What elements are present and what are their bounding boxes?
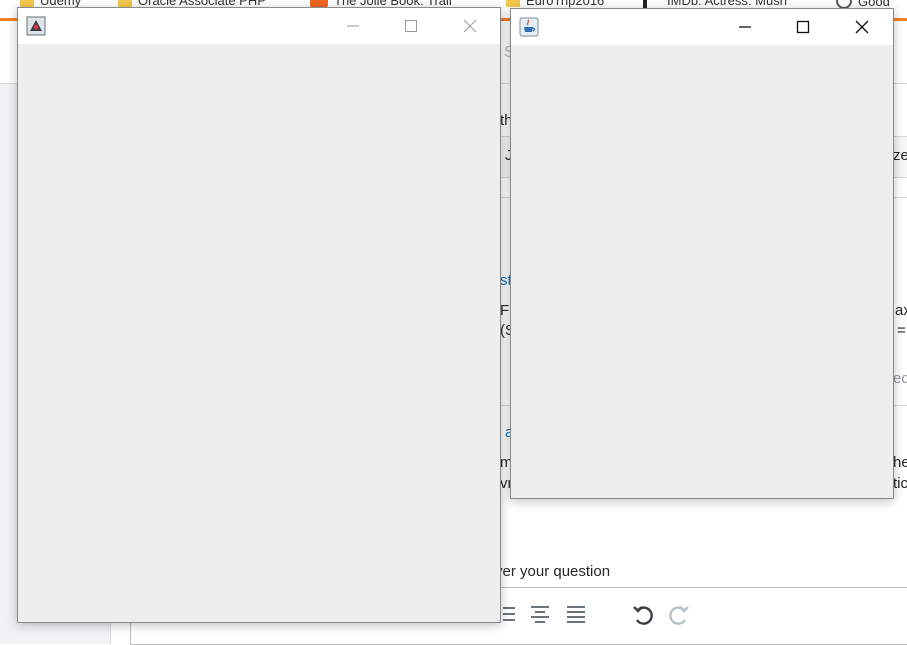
bookmark-imdb[interactable]: IMDb: Actress: Mush: [643, 0, 787, 8]
maximize-button[interactable]: [788, 15, 818, 39]
bookmark-bar-icon: [643, 0, 647, 8]
java-window-1[interactable]: [17, 7, 501, 623]
maximize-icon: [796, 20, 810, 34]
text-fragment: he: [893, 454, 907, 471]
text-fragment: ze: [893, 147, 907, 164]
answer-heading: ver your question: [495, 563, 611, 580]
bookmark-good[interactable]: Good: [836, 0, 890, 8]
close-button[interactable]: [455, 14, 485, 38]
java-duke-icon: [26, 16, 46, 36]
minimize-icon: [347, 25, 359, 27]
align-center-icon[interactable]: [530, 604, 550, 628]
maximize-button[interactable]: [396, 14, 426, 38]
undo-icon[interactable]: [632, 604, 654, 630]
bookmark-eurotrip[interactable]: EuroTrip2016: [506, 0, 604, 8]
window-titlebar[interactable]: [511, 9, 893, 45]
text-fragment: ed: [893, 370, 907, 387]
maximize-icon: [405, 20, 417, 32]
window-content-pane: [511, 45, 893, 498]
java-window-2[interactable]: [510, 8, 894, 499]
window-content-pane: [18, 44, 500, 622]
java-cup-icon: [519, 17, 539, 37]
folder-icon: [118, 0, 132, 7]
close-icon: [855, 20, 869, 34]
text-fragment: =: [897, 322, 906, 339]
minimize-icon: [739, 26, 751, 28]
close-icon: [463, 19, 477, 33]
window-titlebar[interactable]: [18, 8, 500, 44]
text-fragment: tic: [893, 475, 907, 492]
text-fragment: ax: [895, 302, 907, 319]
horizontal-rule-icon[interactable]: [566, 604, 586, 628]
redo-icon[interactable]: [668, 604, 690, 630]
folder-icon: [506, 0, 520, 7]
globe-icon: [836, 0, 852, 8]
minimize-button[interactable]: [730, 15, 760, 39]
text-fragment: F: [500, 302, 510, 319]
close-button[interactable]: [847, 15, 877, 39]
folder-icon: [20, 0, 34, 7]
minimize-button[interactable]: [338, 14, 368, 38]
